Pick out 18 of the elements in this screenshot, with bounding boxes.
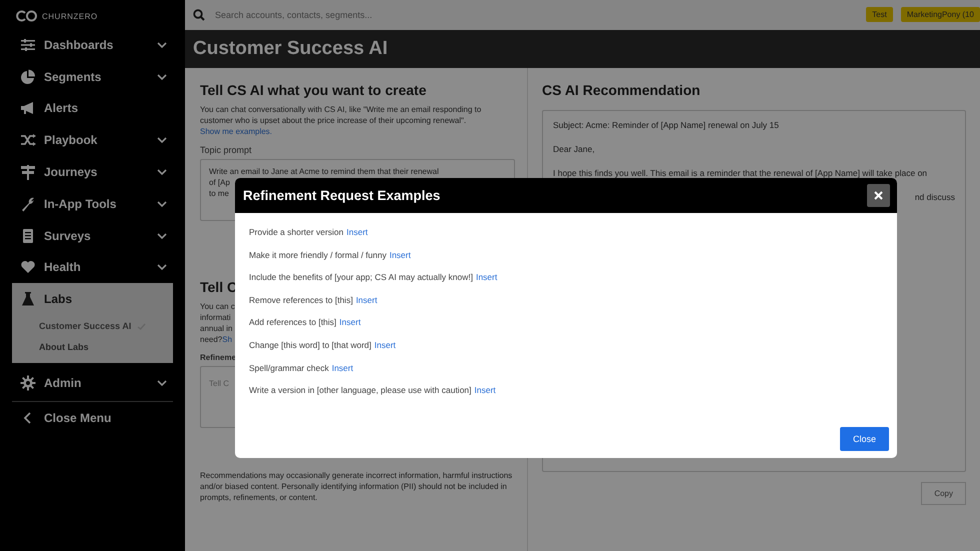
example-text: Write a version in [other language, please use with caution] [249,385,472,398]
example-text: Spell/grammar check [249,362,329,375]
section-heading: CS AI Recommendation [542,82,702,98]
section-heading: Tell CS AI what you want to create [200,82,428,98]
intro-text: You can chat conversationally with CS AI, like "Write me an email responding to customer who is upset about the price increase of their upcoming renewal". Show me examples. [200,104,482,137]
example-text: Provide a shorter version [249,227,344,239]
brand-name: CHURNZERO [42,12,98,20]
modal-title: Refinement Request Examples [243,188,440,203]
example-text: Remove references to [this] [249,294,353,307]
example-text: Include the benefits of [your app; CS AI may actually know!] [249,272,473,284]
example-text: Change [this word] to [that word] [249,340,372,352]
intro-text: You can c informati annual in need?Sh [200,301,235,345]
example-text: Make it more friendly / formal / funny [249,250,386,262]
page-title: Customer Success AI [193,38,388,60]
example-text: Add references to [this] [249,317,336,330]
field-label: Refineme [200,353,236,362]
disclaimer-text: Recommendations may occasionally generate incorrect information, harmful instructions and/or biased content. Personally identifying information (PII) should not be included in prompts, refinements, or content. [200,470,514,503]
field-label: Topic prompt [200,145,253,155]
